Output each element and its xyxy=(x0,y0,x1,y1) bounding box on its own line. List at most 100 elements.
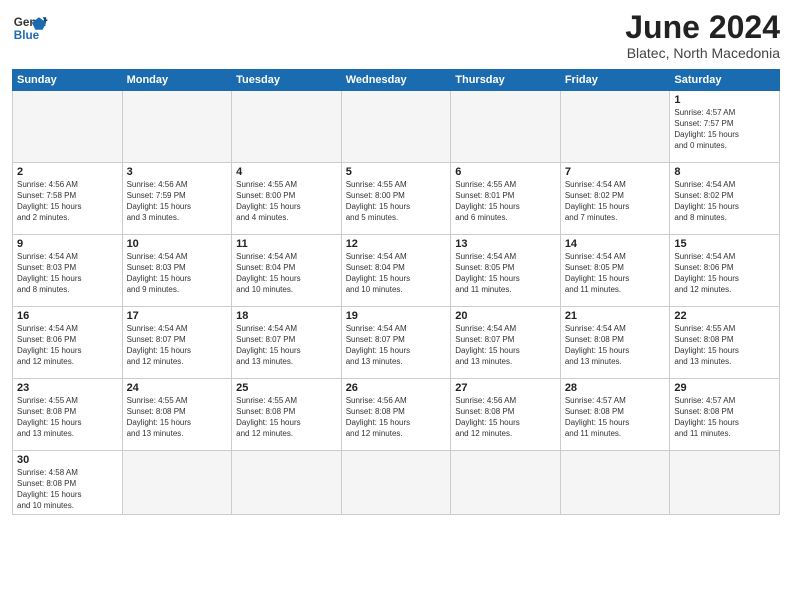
calendar-day-cell xyxy=(232,451,342,515)
calendar-day-cell: 16Sunrise: 4:54 AM Sunset: 8:06 PM Dayli… xyxy=(13,307,123,379)
title-block: June 2024 Blatec, North Macedonia xyxy=(625,10,780,61)
day-number: 21 xyxy=(565,310,666,322)
calendar-day-cell xyxy=(341,451,451,515)
calendar-day-cell: 24 Sunrise: 4:55 AM Sunset: 8:08 PM Dayli… xyxy=(122,379,232,451)
day-info: Sunrise: 4:56 AM Sunset: 7:58 PM Dayligh… xyxy=(17,180,118,223)
day-number: 7 xyxy=(565,166,666,178)
calendar-day-cell: 3Sunrise: 4:56 AM Sunset: 7:59 PM Daylig… xyxy=(122,163,232,235)
day-info: Sunrise: 4:57 AM Sunset: 8:08 PM Dayligh… xyxy=(674,396,775,439)
day-info: Sunrise: 4:55 AM Sunset: 8:08 PM Dayligh… xyxy=(236,396,337,439)
calendar-day-cell: 17 Sunrise: 4:54 AM Sunset: 8:07 PM Dayli… xyxy=(122,307,232,379)
header-wednesday: Wednesday xyxy=(341,70,451,91)
calendar-week-row: 1 Sunrise: 4:57 AM Sunset: 7:57 PM Daylig… xyxy=(13,91,780,163)
day-info: Sunrise: 4:55 AM Sunset: 8:08 PM Dayligh… xyxy=(17,396,118,439)
location-subtitle: Blatec, North Macedonia xyxy=(625,45,780,61)
day-number: 9 xyxy=(17,238,118,250)
calendar-week-row: 16Sunrise: 4:54 AM Sunset: 8:06 PM Dayli… xyxy=(13,307,780,379)
day-info: Sunrise: 4:54 AM Sunset: 8:02 PM Dayligh… xyxy=(674,180,775,223)
calendar-day-cell: 2 Sunrise: 4:56 AM Sunset: 7:58 PM Daylig… xyxy=(13,163,123,235)
calendar-day-cell: 15 Sunrise: 4:54 AM Sunset: 8:06 PM Dayli… xyxy=(670,235,780,307)
day-number: 12 xyxy=(346,238,447,250)
calendar-day-cell: 6 Sunrise: 4:55 AM Sunset: 8:01 PM Daylig… xyxy=(451,163,561,235)
calendar-day-cell: 29 Sunrise: 4:57 AM Sunset: 8:08 PM Dayli… xyxy=(670,379,780,451)
day-info: Sunrise: 4:54 AM Sunset: 8:07 PM Dayligh… xyxy=(127,324,228,367)
day-number: 29 xyxy=(674,382,775,394)
day-number: 15 xyxy=(674,238,775,250)
header: General Blue June 2024 Blatec, North Mac… xyxy=(12,10,780,61)
day-number: 6 xyxy=(455,166,556,178)
calendar-day-cell: 19 Sunrise: 4:54 AM Sunset: 8:07 PM Dayli… xyxy=(341,307,451,379)
day-number: 18 xyxy=(236,310,337,322)
calendar-day-cell: 20 Sunrise: 4:54 AM Sunset: 8:07 PM Dayli… xyxy=(451,307,561,379)
calendar-day-cell: 18Sunrise: 4:54 AM Sunset: 8:07 PM Dayli… xyxy=(232,307,342,379)
day-number: 5 xyxy=(346,166,447,178)
calendar-day-cell: 8 Sunrise: 4:54 AM Sunset: 8:02 PM Daylig… xyxy=(670,163,780,235)
calendar-week-row: 9 Sunrise: 4:54 AM Sunset: 8:03 PM Daylig… xyxy=(13,235,780,307)
calendar-day-cell xyxy=(122,451,232,515)
calendar-day-cell xyxy=(122,91,232,163)
calendar-week-row: 2 Sunrise: 4:56 AM Sunset: 7:58 PM Daylig… xyxy=(13,163,780,235)
day-number: 25 xyxy=(236,382,337,394)
day-info: Sunrise: 4:54 AM Sunset: 8:06 PM Dayligh… xyxy=(674,252,775,295)
day-info: Sunrise: 4:55 AM Sunset: 8:08 PM Dayligh… xyxy=(127,396,228,439)
calendar-day-cell xyxy=(451,451,561,515)
day-number: 14 xyxy=(565,238,666,250)
calendar-table: Sunday Monday Tuesday Wednesday Thursday… xyxy=(12,69,780,515)
day-info: Sunrise: 4:57 AM Sunset: 7:57 PM Dayligh… xyxy=(674,108,775,151)
calendar-day-cell: 28Sunrise: 4:57 AM Sunset: 8:08 PM Dayli… xyxy=(560,379,670,451)
calendar-day-cell: 22Sunrise: 4:55 AM Sunset: 8:08 PM Dayli… xyxy=(670,307,780,379)
day-number: 30 xyxy=(17,454,118,466)
day-info: Sunrise: 4:56 AM Sunset: 8:08 PM Dayligh… xyxy=(346,396,447,439)
calendar-day-cell: 1 Sunrise: 4:57 AM Sunset: 7:57 PM Daylig… xyxy=(670,91,780,163)
calendar-day-cell xyxy=(560,91,670,163)
header-tuesday: Tuesday xyxy=(232,70,342,91)
day-number: 4 xyxy=(236,166,337,178)
day-number: 11 xyxy=(236,238,337,250)
day-info: Sunrise: 4:54 AM Sunset: 8:03 PM Dayligh… xyxy=(127,252,228,295)
day-info: Sunrise: 4:54 AM Sunset: 8:08 PM Dayligh… xyxy=(565,324,666,367)
calendar-day-cell: 26 Sunrise: 4:56 AM Sunset: 8:08 PM Dayli… xyxy=(341,379,451,451)
calendar-day-cell: 27Sunrise: 4:56 AM Sunset: 8:08 PM Dayli… xyxy=(451,379,561,451)
calendar-week-row: 30Sunrise: 4:58 AM Sunset: 8:08 PM Dayli… xyxy=(13,451,780,515)
calendar-day-cell: 21 Sunrise: 4:54 AM Sunset: 8:08 PM Dayli… xyxy=(560,307,670,379)
logo-icon: General Blue xyxy=(12,10,48,46)
calendar-day-cell xyxy=(451,91,561,163)
calendar-day-cell: 9 Sunrise: 4:54 AM Sunset: 8:03 PM Daylig… xyxy=(13,235,123,307)
calendar-day-cell: 23Sunrise: 4:55 AM Sunset: 8:08 PM Dayli… xyxy=(13,379,123,451)
day-info: Sunrise: 4:54 AM Sunset: 8:02 PM Dayligh… xyxy=(565,180,666,223)
day-number: 17 xyxy=(127,310,228,322)
month-title: June 2024 xyxy=(625,10,780,45)
calendar-day-cell: 7 Sunrise: 4:54 AM Sunset: 8:02 PM Daylig… xyxy=(560,163,670,235)
day-number: 2 xyxy=(17,166,118,178)
logo: General Blue xyxy=(12,10,48,46)
day-info: Sunrise: 4:54 AM Sunset: 8:05 PM Dayligh… xyxy=(455,252,556,295)
day-info: Sunrise: 4:55 AM Sunset: 8:01 PM Dayligh… xyxy=(455,180,556,223)
calendar-day-cell xyxy=(560,451,670,515)
header-thursday: Thursday xyxy=(451,70,561,91)
day-number: 13 xyxy=(455,238,556,250)
calendar-day-cell xyxy=(13,91,123,163)
day-info: Sunrise: 4:54 AM Sunset: 8:07 PM Dayligh… xyxy=(346,324,447,367)
day-info: Sunrise: 4:55 AM Sunset: 8:08 PM Dayligh… xyxy=(674,324,775,367)
calendar-day-cell: 25 Sunrise: 4:55 AM Sunset: 8:08 PM Dayli… xyxy=(232,379,342,451)
day-number: 26 xyxy=(346,382,447,394)
header-monday: Monday xyxy=(122,70,232,91)
header-friday: Friday xyxy=(560,70,670,91)
day-number: 24 xyxy=(127,382,228,394)
day-info: Sunrise: 4:56 AM Sunset: 7:59 PM Dayligh… xyxy=(127,180,228,223)
day-info: Sunrise: 4:54 AM Sunset: 8:06 PM Dayligh… xyxy=(17,324,118,367)
header-saturday: Saturday xyxy=(670,70,780,91)
day-number: 27 xyxy=(455,382,556,394)
calendar-day-cell xyxy=(232,91,342,163)
day-number: 20 xyxy=(455,310,556,322)
day-info: Sunrise: 4:54 AM Sunset: 8:07 PM Dayligh… xyxy=(455,324,556,367)
calendar-day-cell: 12Sunrise: 4:54 AM Sunset: 8:04 PM Dayli… xyxy=(341,235,451,307)
calendar-day-cell: 30Sunrise: 4:58 AM Sunset: 8:08 PM Dayli… xyxy=(13,451,123,515)
calendar-day-cell: 13 Sunrise: 4:54 AM Sunset: 8:05 PM Dayli… xyxy=(451,235,561,307)
day-number: 8 xyxy=(674,166,775,178)
day-number: 1 xyxy=(674,94,775,106)
day-info: Sunrise: 4:54 AM Sunset: 8:03 PM Dayligh… xyxy=(17,252,118,295)
day-number: 19 xyxy=(346,310,447,322)
calendar-day-cell: 14Sunrise: 4:54 AM Sunset: 8:05 PM Dayli… xyxy=(560,235,670,307)
day-info: Sunrise: 4:54 AM Sunset: 8:04 PM Dayligh… xyxy=(236,252,337,295)
